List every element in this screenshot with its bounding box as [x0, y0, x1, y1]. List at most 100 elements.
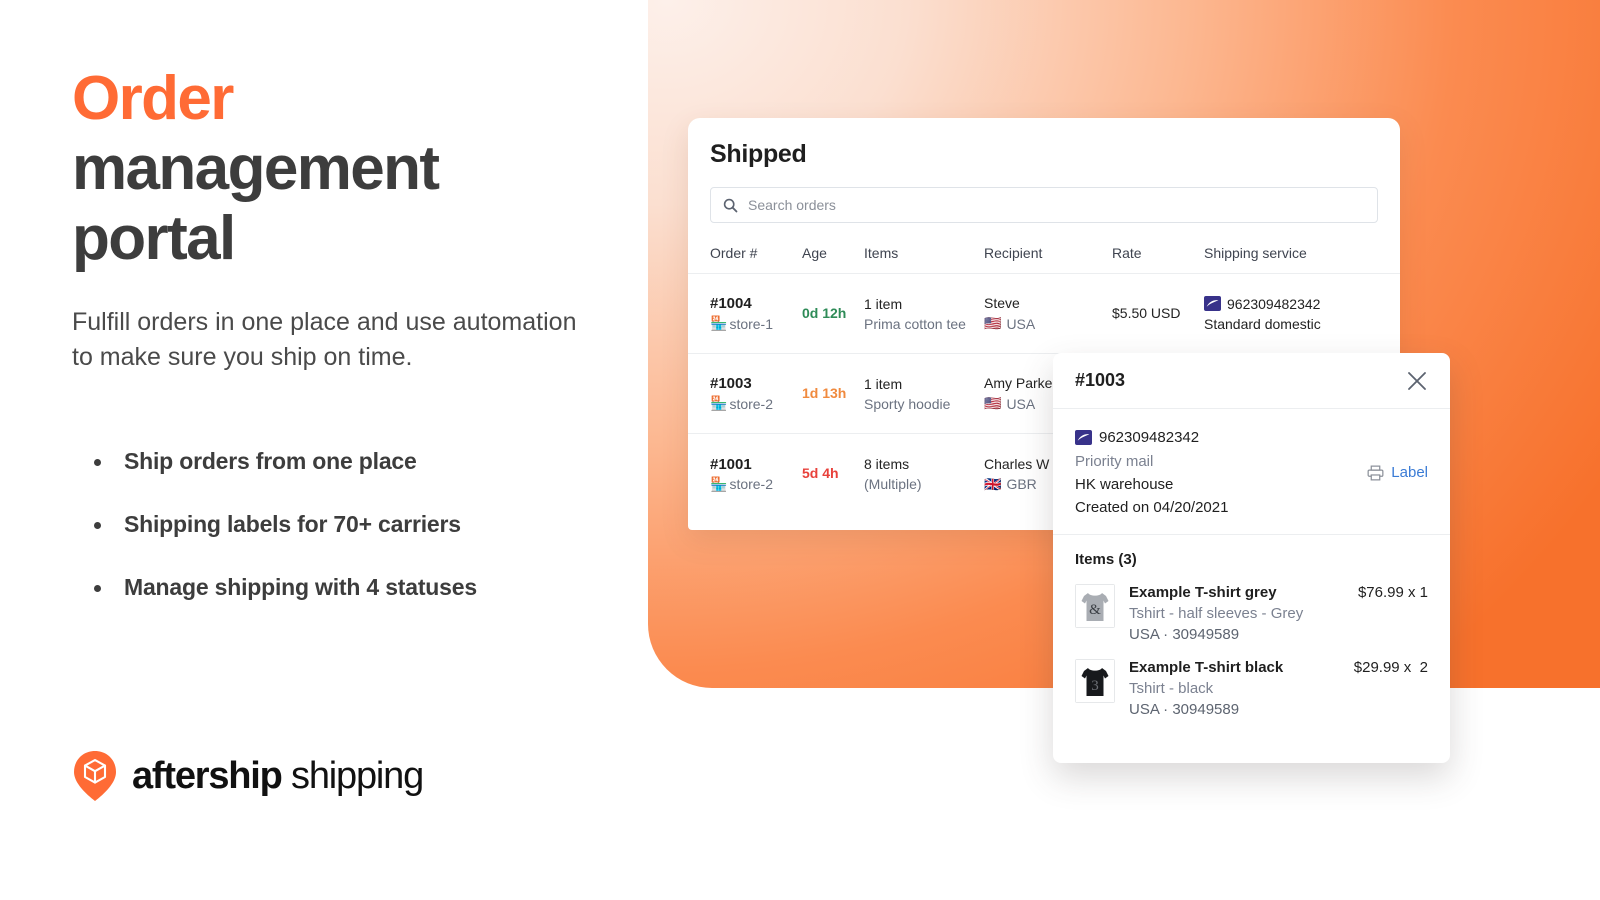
- tracking-line: 962309482342: [1075, 429, 1228, 446]
- headline-line-3: portal: [72, 204, 236, 273]
- list-item: Ship orders from one place: [82, 448, 622, 475]
- card-title: Shipped: [710, 140, 807, 168]
- item-info: Example T-shirt grey Tshirt - half sleev…: [1129, 584, 1344, 643]
- order-service-cell: 962309482342 Standard domestic: [1204, 296, 1400, 332]
- search-icon: [723, 198, 738, 213]
- marketing-column: Order management portal Fulfill orders i…: [72, 0, 632, 900]
- list-item: & Example T-shirt grey Tshirt - half sle…: [1075, 584, 1428, 643]
- order-rate-cell: $5.50 USD: [1112, 305, 1204, 323]
- order-recipient-cell: Steve 🇺🇸 USA: [984, 295, 1112, 332]
- tshirt-black-thumbnail: 3: [1075, 659, 1115, 703]
- tracking-number: 962309482342: [1227, 295, 1321, 312]
- store-name: store-1: [729, 315, 774, 332]
- shipment-service: Priority mail: [1075, 453, 1154, 470]
- item-description: Tshirt - half sleeves - Grey: [1129, 605, 1304, 622]
- age-badge: 5d 4h: [802, 465, 839, 481]
- recipient-country: 🇺🇸 USA: [984, 315, 1112, 332]
- shipment-warehouse: HK warehouse: [1075, 476, 1174, 493]
- svg-text:&: &: [1089, 602, 1101, 618]
- table-row[interactable]: #1004 🏪 store-1 0d 12h 1 item Prima cott…: [688, 274, 1400, 354]
- order-identity-cell: #1003 🏪 store-2: [710, 375, 802, 412]
- recipient-name: Steve: [984, 295, 1020, 311]
- item-price: $29.99 x 2: [1353, 659, 1428, 676]
- shipment-created-date: Created on 04/20/2021: [1075, 499, 1229, 516]
- item-name: Example T-shirt grey: [1129, 584, 1277, 601]
- order-items-cell: 1 item Prima cotton tee: [864, 296, 984, 332]
- detail-items-section: Items (3) & Example T-shirt grey Tshirt …: [1053, 535, 1450, 718]
- feature-bullet-list: Ship orders from one place Shipping labe…: [82, 448, 622, 637]
- store-name: store-2: [729, 476, 774, 492]
- headline-accent-word: Order: [72, 64, 234, 133]
- table-header-row: Order # Age Items Recipient Rate Shippin…: [688, 223, 1400, 274]
- item-info: Example T-shirt black Tshirt - black USA…: [1129, 659, 1340, 718]
- print-label-button[interactable]: Label: [1367, 429, 1428, 516]
- shipment-details: 962309482342 Priority mail HK warehouse …: [1075, 429, 1228, 516]
- order-identity-cell: #1001 🏪 store-2: [710, 456, 802, 493]
- item-name: Example T-shirt black: [1129, 659, 1284, 676]
- store-label: 🏪 store-1: [710, 315, 802, 332]
- list-item: 3 Example T-shirt black Tshirt - black U…: [1075, 659, 1428, 718]
- tshirt-grey-thumbnail: &: [1075, 584, 1115, 628]
- recipient-country-code: USA: [1006, 395, 1036, 412]
- store-name: store-2: [729, 395, 774, 412]
- svg-text:3: 3: [1091, 678, 1099, 694]
- usps-icon: [1204, 296, 1221, 311]
- flag-usa-icon: 🇺🇸: [984, 395, 1002, 411]
- items-description: Sporty hoodie: [864, 395, 951, 412]
- print-label-text: Label: [1391, 464, 1428, 481]
- column-header-age: Age: [802, 245, 827, 261]
- shipment-summary: 962309482342 Priority mail HK warehouse …: [1053, 409, 1450, 535]
- recipient-country-code: GBR: [1006, 476, 1037, 492]
- brand-name-light: shipping: [281, 755, 424, 797]
- column-header-items: Items: [864, 245, 899, 261]
- printer-icon: [1367, 465, 1384, 481]
- column-header-shipping-service: Shipping service: [1204, 245, 1307, 261]
- brand-logo: aftership shipping: [72, 750, 424, 802]
- tracking-line: 962309482342: [1204, 296, 1400, 312]
- usps-icon: [1075, 430, 1092, 445]
- brand-name-bold: aftership: [132, 755, 283, 797]
- headline-line-2: management: [72, 134, 440, 203]
- page-title: Order management portal: [72, 64, 612, 274]
- items-description: Prima cotton tee: [864, 315, 966, 332]
- store-icon: 🏪: [710, 475, 728, 492]
- items-count: 1 item: [864, 375, 903, 392]
- service-name: Standard domestic: [1204, 315, 1321, 332]
- item-description: Tshirt - black: [1129, 680, 1214, 697]
- column-header-recipient: Recipient: [984, 245, 1043, 261]
- order-items-cell: 8 items (Multiple): [864, 456, 984, 492]
- age-badge: 1d 13h: [802, 384, 847, 401]
- detail-panel-header: #1003: [1053, 353, 1450, 409]
- list-item: Shipping labels for 70+ carriers: [82, 511, 622, 538]
- close-icon[interactable]: [1406, 370, 1428, 392]
- detail-order-number: #1003: [1075, 370, 1126, 390]
- column-header-order: Order #: [710, 245, 758, 261]
- flag-gbr-icon: 🇬🇧: [984, 475, 1002, 492]
- app-screenshot: Order management portal Fulfill orders i…: [0, 0, 1600, 900]
- order-number: #1001: [710, 455, 752, 473]
- order-age-cell: 1d 13h: [802, 385, 864, 403]
- order-number: #1003: [710, 375, 752, 392]
- recipient-country-code: USA: [1006, 315, 1036, 332]
- order-age-cell: 5d 4h: [802, 465, 864, 483]
- search-placeholder: Search orders: [748, 197, 836, 213]
- items-count: 1 item: [864, 295, 903, 312]
- store-icon: 🏪: [710, 395, 728, 411]
- brand-wordmark: aftership shipping: [132, 755, 424, 797]
- aftership-pin-cube-icon: [72, 750, 118, 802]
- item-meta: USA · 30949589: [1129, 701, 1240, 718]
- age-badge: 0d 12h: [802, 304, 847, 321]
- tracking-number: 962309482342: [1099, 429, 1200, 446]
- items-section-title: Items (3): [1075, 551, 1137, 568]
- store-label: 🏪 store-2: [710, 476, 802, 493]
- item-meta: USA · 30949589: [1129, 626, 1240, 643]
- order-detail-panel: #1003 962309482342 Priority mail HK ware…: [1053, 353, 1450, 763]
- hero-subheadline: Fulfill orders in one place and use auto…: [72, 308, 577, 371]
- list-item: Manage shipping with 4 statuses: [82, 574, 622, 601]
- order-identity-cell: #1004 🏪 store-1: [710, 295, 802, 332]
- order-number: #1004: [710, 295, 752, 312]
- items-count: 8 items: [864, 456, 910, 472]
- order-items-cell: 1 item Sporty hoodie: [864, 376, 984, 412]
- search-input[interactable]: Search orders: [710, 187, 1378, 223]
- item-price: $76.99 x 1: [1357, 584, 1428, 601]
